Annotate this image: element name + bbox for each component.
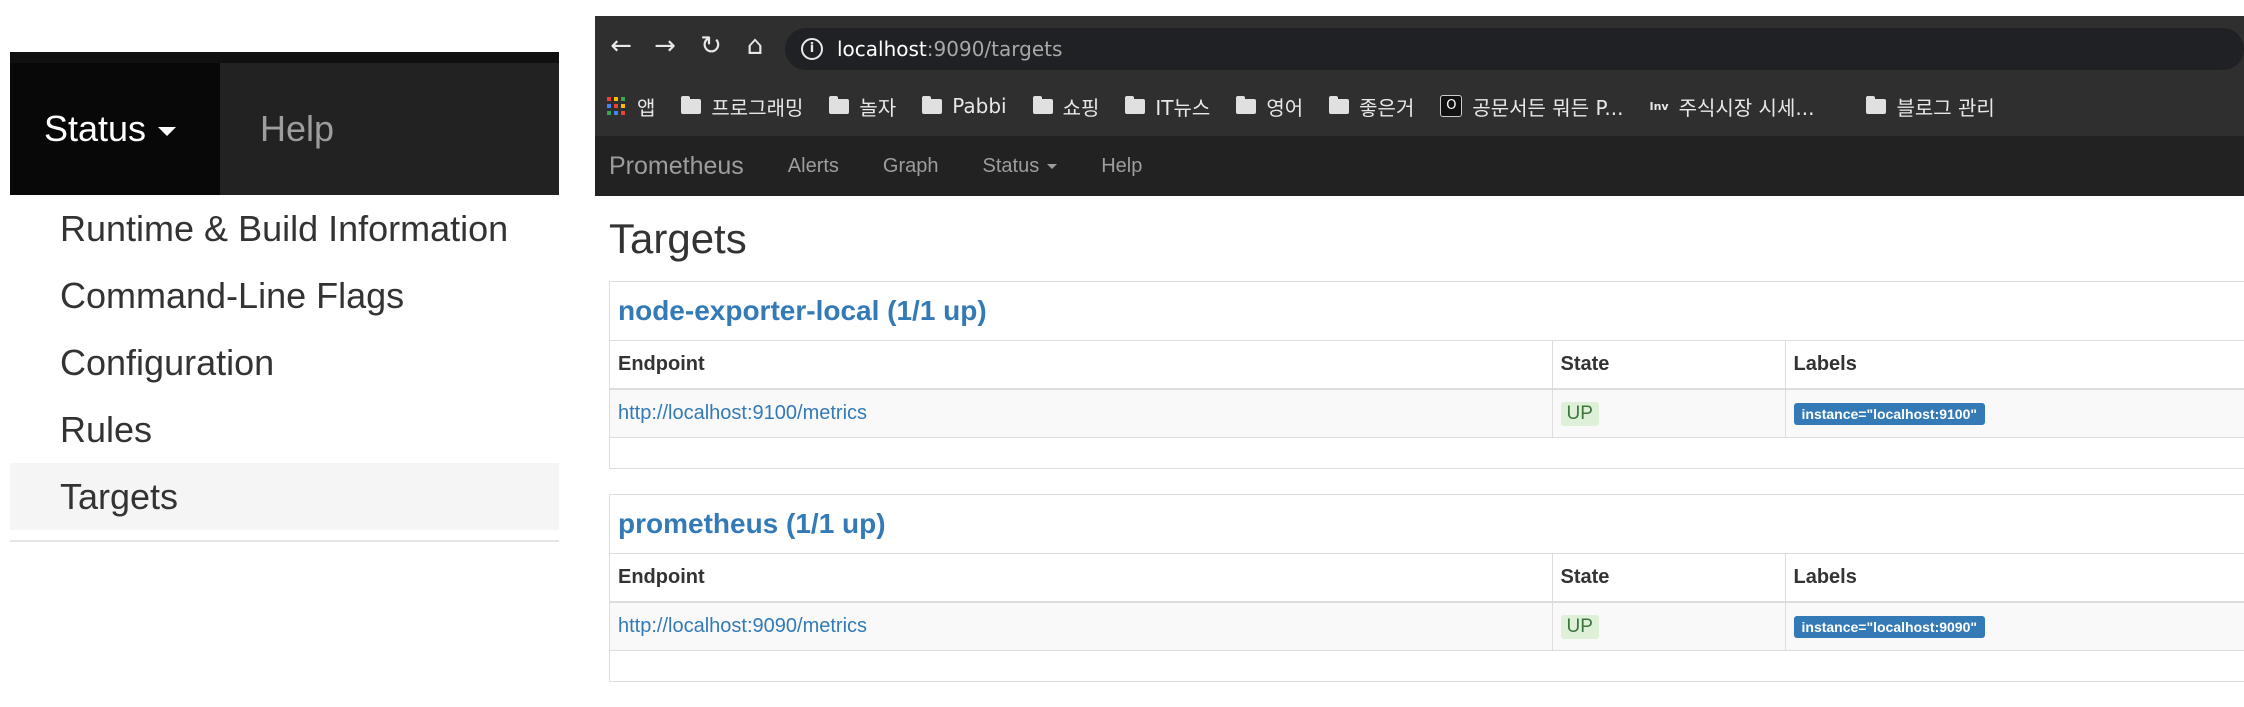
caret-down-icon: [1047, 163, 1058, 169]
nav-status-label: Status: [982, 154, 1040, 177]
folder-icon: [1032, 95, 1053, 114]
job-name-link[interactable]: prometheus (1/1 up): [618, 508, 886, 540]
table-footer-spacer: [610, 437, 2244, 468]
column-header-endpoint: Endpoint: [610, 553, 1553, 603]
url-text[interactable]: localhost:9090/targets: [837, 37, 1062, 61]
targets-page: Targets node-exporter-local (1/1 up) End…: [609, 214, 2244, 707]
menu-item-command-line-flags[interactable]: Command-Line Flags: [10, 262, 559, 329]
folder-icon: [922, 95, 943, 114]
state-badge: UP: [1560, 614, 1599, 639]
targets-table: Endpoint State Labels http://localhost:9…: [610, 553, 2244, 650]
bookmark-folder-blog-admin[interactable]: 블로그 관리: [1866, 92, 1995, 121]
menu-item-configuration[interactable]: Configuration: [10, 329, 559, 396]
table-row: http://localhost:9100/metrics UP instanc…: [610, 389, 2244, 437]
job-header: prometheus (1/1 up): [610, 495, 2244, 553]
menu-item-runtime-build-info[interactable]: Runtime & Build Information: [10, 195, 559, 262]
folder-icon: [1125, 95, 1146, 114]
bookmarks-bar: 앱 프로그래밍 놀자 Pabbi 쇼핑 IT뉴스 영어 좋은거 O 공문서든 뭐든…: [595, 76, 2244, 136]
bookmark-folder-shopping[interactable]: 쇼핑: [1032, 92, 1099, 121]
column-header-labels: Labels: [1785, 553, 2244, 603]
reload-icon[interactable]: ↻: [693, 28, 729, 64]
home-icon[interactable]: ⌂: [737, 28, 773, 64]
bookmark-folder-it-news[interactable]: IT뉴스: [1125, 92, 1210, 121]
status-dropdown-menu: Runtime & Build Information Command-Line…: [10, 195, 559, 542]
page-title: Targets: [609, 215, 747, 262]
zoomed-navbar: Status Help: [10, 52, 559, 195]
endpoint-link[interactable]: http://localhost:9090/metrics: [618, 615, 867, 637]
browser-window: ← → ↻ ⌂ i localhost:9090/targets 앱 프로그래밍…: [595, 16, 2244, 682]
bookmark-folder-programming[interactable]: 프로그래밍: [681, 92, 803, 121]
nav-status-dropdown[interactable]: Status: [983, 155, 1058, 178]
column-header-labels: Labels: [1785, 340, 2244, 390]
bookmark-apps[interactable]: 앱: [607, 92, 655, 121]
state-cell: UP: [1552, 602, 1786, 650]
nav-alerts-link[interactable]: Alerts: [788, 155, 839, 178]
job-prometheus: prometheus (1/1 up) Endpoint State Label…: [609, 494, 2244, 682]
bookmark-folder-english[interactable]: 영어: [1236, 92, 1303, 121]
address-bar[interactable]: i localhost:9090/targets: [785, 28, 2244, 70]
zoomed-status-dropdown[interactable]: Status: [10, 63, 220, 195]
folder-icon: [1329, 95, 1350, 114]
state-badge: UP: [1560, 401, 1599, 426]
zoomed-help-link[interactable]: Help: [260, 63, 334, 195]
label-badge: instance="localhost:9090": [1793, 616, 1986, 638]
prometheus-navbar: Prometheus Alerts Graph Status Help: [595, 136, 2244, 196]
table-header-row: Endpoint State Labels: [610, 553, 2244, 603]
bookmark-folder-play[interactable]: 놀자: [829, 92, 896, 121]
job-node-exporter-local: node-exporter-local (1/1 up) Endpoint St…: [609, 281, 2244, 469]
state-cell: UP: [1552, 389, 1786, 437]
targets-table: Endpoint State Labels http://localhost:9…: [610, 340, 2244, 437]
back-arrow-icon[interactable]: ←: [603, 28, 639, 64]
folder-icon: [1866, 95, 1887, 114]
bookmark-folder-good-stuff[interactable]: 좋은거: [1329, 92, 1414, 121]
investing-site-icon: Inv: [1649, 99, 1669, 113]
zoomed-status-label: Status: [44, 108, 147, 149]
bookmark-stock-market[interactable]: Inv 주식시장 시세...: [1649, 92, 1814, 121]
menu-item-targets[interactable]: Targets: [10, 463, 559, 530]
labels-cell: instance="localhost:9090": [1785, 602, 2244, 650]
forward-arrow-icon[interactable]: →: [647, 28, 683, 64]
zoomed-status-menu: Status Help Runtime & Build Information …: [10, 52, 559, 554]
o-site-icon: O: [1440, 95, 1463, 117]
job-name-link[interactable]: node-exporter-local (1/1 up): [618, 295, 987, 327]
table-row: http://localhost:9090/metrics UP instanc…: [610, 602, 2244, 650]
caret-down-icon: [158, 126, 177, 136]
endpoint-link[interactable]: http://localhost:9100/metrics: [618, 402, 867, 424]
menu-bottom-border: [10, 530, 559, 542]
column-header-state: State: [1552, 340, 1786, 390]
menu-item-rules[interactable]: Rules: [10, 396, 559, 463]
table-header-row: Endpoint State Labels: [610, 340, 2244, 390]
nav-graph-link[interactable]: Graph: [883, 155, 939, 178]
endpoint-cell: http://localhost:9100/metrics: [610, 389, 1553, 437]
label-badge: instance="localhost:9100": [1793, 403, 1986, 425]
nav-help-link[interactable]: Help: [1101, 155, 1142, 178]
prometheus-brand-link[interactable]: Prometheus: [609, 152, 744, 181]
bookmark-folder-pabbi[interactable]: Pabbi: [922, 94, 1007, 118]
labels-cell: instance="localhost:9100": [1785, 389, 2244, 437]
folder-icon: [681, 95, 702, 114]
folder-icon: [829, 95, 850, 114]
endpoint-cell: http://localhost:9090/metrics: [610, 602, 1553, 650]
folder-icon: [1236, 95, 1257, 114]
column-header-endpoint: Endpoint: [610, 340, 1553, 390]
apps-grid-icon: [607, 97, 625, 115]
job-header: node-exporter-local (1/1 up): [610, 282, 2244, 340]
info-icon[interactable]: i: [801, 38, 823, 60]
column-header-state: State: [1552, 553, 1786, 603]
bookmark-documents[interactable]: O 공문서든 뭐든 P...: [1440, 92, 1623, 121]
